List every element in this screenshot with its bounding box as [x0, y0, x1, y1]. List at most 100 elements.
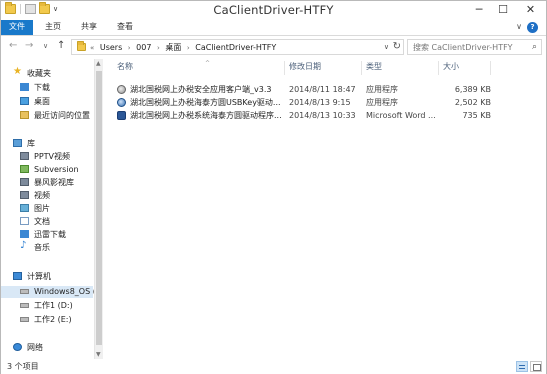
subversion-icon [20, 165, 29, 173]
file-name: 湖北国税网上办税海泰方圆USBKey驱动... [130, 98, 281, 107]
file-modified: 2014/8/13 10:33 [289, 111, 356, 120]
video-library-icon [20, 152, 29, 160]
music-note-icon: ♪ [20, 240, 27, 251]
sidebar-item-label: 库 [27, 139, 35, 148]
expand-ribbon-icon[interactable]: ∨ [516, 22, 522, 31]
column-header-type[interactable]: 类型 [362, 61, 439, 75]
sidebar-item-computer[interactable]: 计算机 [1, 271, 93, 283]
video-library-icon [20, 178, 29, 186]
sidebar-item-label: 最近访问的位置 [34, 111, 90, 120]
sidebar-item-work2[interactable]: 工作2 (E:) [1, 314, 93, 326]
close-button[interactable]: ✕ [515, 1, 546, 19]
video-library-icon [20, 191, 29, 199]
file-modified: 2014/8/13 9:15 [289, 98, 351, 107]
file-size: 735 KB [462, 111, 491, 120]
breadcrumb: « Users › 007 › 桌面 › CaClientDriver-HTFY [90, 42, 279, 53]
maximize-button[interactable]: ☐ [491, 1, 515, 19]
sidebar-item-label: 视频 [34, 191, 50, 200]
chevron-right-icon[interactable]: › [157, 44, 160, 52]
sidebar-item-downloads[interactable]: 下载 [1, 82, 93, 94]
sidebar-item-label: Subversion [34, 165, 79, 174]
sidebar-item-label: Windows8_OS ( [34, 287, 94, 296]
sidebar-item-subversion[interactable]: Subversion [1, 164, 93, 176]
file-name: 湖北国税网上办税安全应用客户端_v3.3 [130, 85, 272, 94]
file-type: 应用程序 [366, 85, 398, 94]
sidebar-item-windows-os[interactable]: Windows8_OS ( [1, 286, 94, 298]
refresh-icon[interactable]: ↻ [393, 41, 401, 52]
drive-icon [20, 317, 29, 322]
column-header-name[interactable]: ^ 名称 [113, 60, 285, 75]
sidebar-item-videos[interactable]: 视频 [1, 190, 93, 202]
computer-icon [13, 272, 22, 280]
tab-share[interactable]: 共享 [75, 20, 103, 35]
breadcrumb-desktop[interactable]: 桌面 [165, 43, 181, 52]
tab-home[interactable]: 主页 [39, 20, 67, 35]
drive-icon [20, 289, 29, 294]
search-input[interactable]: 搜索 CaClientDriver-HTFY ⌕ [407, 39, 542, 55]
sidebar-item-label: 文档 [34, 217, 50, 226]
table-row[interactable]: 湖北国税网上办税海泰方圆USBKey驱动... 2014/8/13 9:15 应… [113, 96, 538, 109]
setup-icon [117, 85, 126, 94]
chevron-right-icon[interactable]: › [187, 44, 190, 52]
explorer-window: ∨ CaClientDriver-HTFY ─ ☐ ✕ 文件 主页 共享 查看 … [0, 0, 547, 374]
navigation-pane-scrollbar[interactable]: ▲ ▼ [94, 59, 103, 359]
sidebar-item-label: 下载 [34, 83, 50, 92]
tab-file[interactable]: 文件 [1, 20, 33, 35]
sidebar-item-documents[interactable]: 文档 [1, 216, 93, 228]
window-title: CaClientDriver-HTFY [213, 3, 334, 17]
sidebar-item-label: 暴风影视库 [34, 178, 74, 187]
navigation-pane: ★ 收藏夹 下载 桌面 最近访问的位置 库 PPTV视频 Subversion [1, 59, 94, 359]
ribbon-tabs: 文件 主页 共享 查看 ∨ ? [1, 20, 546, 36]
details-view-button[interactable] [516, 361, 528, 372]
minimize-button[interactable]: ─ [467, 1, 491, 19]
scrollbar-thumb[interactable] [96, 71, 102, 345]
sidebar-item-favorites[interactable]: ★ 收藏夹 [1, 66, 93, 80]
breadcrumb-007[interactable]: 007 [136, 43, 151, 52]
navigation-bar: ← → ∨ ↑ « Users › 007 › 桌面 › CaClientDri… [1, 37, 546, 57]
column-header-modified[interactable]: 修改日期 [285, 61, 362, 75]
file-size: 2,502 KB [454, 98, 491, 107]
sidebar-item-label: PPTV视频 [34, 152, 71, 161]
usb-key-icon [117, 98, 126, 107]
sidebar-item-label: 迅雷下载 [34, 230, 66, 239]
item-count: 3 个项目 [7, 362, 39, 371]
sidebar-item-pictures[interactable]: 图片 [1, 203, 93, 215]
scroll-down-icon[interactable]: ▼ [96, 351, 101, 358]
window-controls: ─ ☐ ✕ [467, 1, 546, 19]
sidebar-item-label: 图片 [34, 204, 50, 213]
back-arrow-icon[interactable]: ← [9, 40, 17, 51]
file-modified: 2014/8/11 18:47 [289, 85, 356, 94]
sidebar-item-xunlei[interactable]: 迅雷下载 [1, 229, 93, 241]
breadcrumb-users[interactable]: Users [100, 43, 122, 52]
scroll-up-icon[interactable]: ▲ [96, 60, 101, 67]
recent-locations-chevron-icon[interactable]: ∨ [43, 42, 48, 50]
table-row[interactable]: 湖北国税网上办税安全应用客户端_v3.3 2014/8/11 18:47 应用程… [113, 83, 538, 96]
sidebar-item-music[interactable]: ♪ 音乐 [1, 240, 93, 254]
recent-places-icon [20, 111, 29, 119]
up-arrow-icon[interactable]: ↑ [57, 40, 65, 51]
table-row[interactable]: 湖北国税网上办税系统海泰方圆驱动程序... 2014/8/13 10:33 Mi… [113, 109, 538, 122]
desktop-icon [20, 97, 29, 105]
column-header-size[interactable]: 大小 [439, 61, 491, 75]
sort-caret-icon: ^ [205, 60, 211, 67]
sidebar-item-label: 收藏夹 [27, 69, 51, 78]
sidebar-item-label: 工作1 (D:) [34, 301, 73, 310]
sidebar-item-desktop[interactable]: 桌面 [1, 96, 93, 108]
sidebar-item-recent-places[interactable]: 最近访问的位置 [1, 110, 93, 122]
search-icon[interactable]: ⌕ [532, 42, 537, 52]
status-bar: 3 个项目 [1, 359, 546, 374]
forward-arrow-icon[interactable]: → [25, 40, 33, 51]
address-history-chevron-icon[interactable]: ∨ [384, 43, 389, 51]
help-icon[interactable]: ? [527, 22, 538, 33]
sidebar-item-network[interactable]: 网络 [1, 342, 93, 354]
sidebar-item-pptv[interactable]: PPTV视频 [1, 151, 93, 163]
sidebar-item-baofeng[interactable]: 暴风影视库 [1, 177, 93, 189]
address-bar[interactable]: « Users › 007 › 桌面 › CaClientDriver-HTFY… [71, 39, 404, 55]
large-icons-view-button[interactable] [530, 361, 542, 372]
sidebar-item-libraries[interactable]: 库 [1, 138, 93, 150]
sidebar-item-work1[interactable]: 工作1 (D:) [1, 300, 93, 312]
tab-view[interactable]: 查看 [111, 20, 139, 35]
breadcrumb-current-folder[interactable]: CaClientDriver-HTFY [195, 43, 276, 52]
chevron-right-icon[interactable]: › [128, 44, 131, 52]
overflow-chevron-icon[interactable]: « [90, 44, 94, 52]
